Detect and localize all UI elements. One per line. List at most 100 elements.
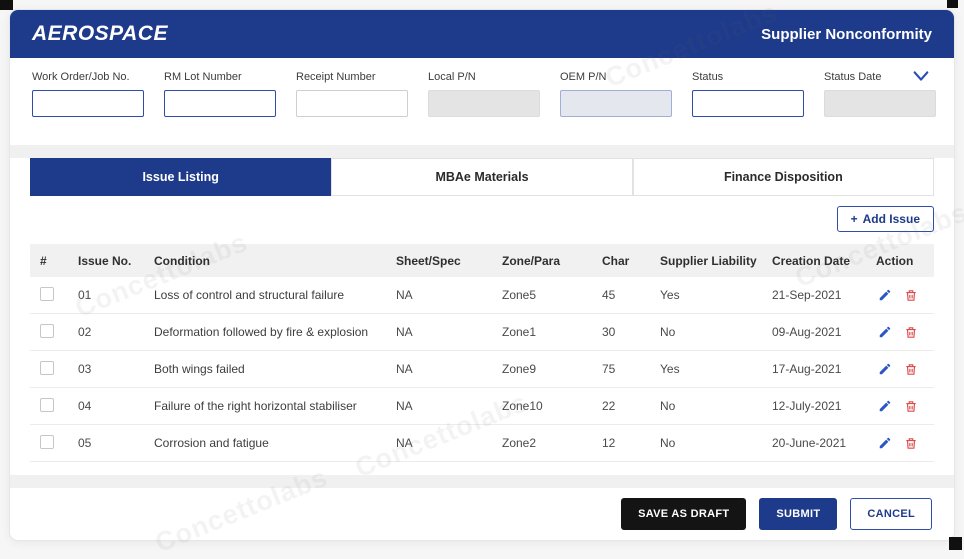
row-checkbox[interactable] xyxy=(40,287,54,301)
table-row: 05 Corrosion and fatigue NA Zone2 12 No … xyxy=(30,425,934,462)
add-issue-button[interactable]: + Add Issue xyxy=(837,206,934,232)
edit-button[interactable] xyxy=(878,399,892,413)
edit-button[interactable] xyxy=(878,288,892,302)
filter-field-rm-lot: RM Lot Number xyxy=(164,71,276,145)
cell-zone-para: Zone5 xyxy=(498,288,598,302)
plus-icon: + xyxy=(851,212,858,226)
cell-sheet-spec: NA xyxy=(392,362,498,376)
cancel-button[interactable]: CANCEL xyxy=(850,498,932,530)
cell-sheet-spec: NA xyxy=(392,288,498,302)
app-header: AEROSPACE Supplier Nonconformity xyxy=(10,10,954,58)
save-as-draft-button[interactable]: SAVE AS DRAFT xyxy=(621,498,746,530)
col-header-issue-no: Issue No. xyxy=(74,254,150,268)
filter-field-work-order: Work Order/Job No. xyxy=(32,71,144,145)
col-header-supplier-liability: Supplier Liability xyxy=(656,254,768,268)
cell-condition: Loss of control and structural failure xyxy=(150,288,392,302)
local-pn-input xyxy=(428,90,540,117)
filter-field-local-pn: Local P/N xyxy=(428,71,540,145)
section-divider xyxy=(10,145,954,158)
submit-button[interactable]: SUBMIT xyxy=(759,498,837,530)
filters-collapse-button[interactable] xyxy=(908,66,934,88)
screenshot-artifact xyxy=(947,0,958,8)
edit-button[interactable] xyxy=(878,325,892,339)
col-header-select: # xyxy=(30,254,74,268)
cell-issue-no: 01 xyxy=(74,288,150,302)
cell-condition: Both wings failed xyxy=(150,362,392,376)
status-input[interactable] xyxy=(692,90,804,117)
cell-char: 30 xyxy=(598,325,656,339)
issue-listing-panel: + Add Issue # Issue No. Condition Sheet/… xyxy=(10,196,954,475)
filter-field-status: Status xyxy=(692,71,804,145)
filter-field-oem-pn: OEM P/N xyxy=(560,71,672,145)
edit-button[interactable] xyxy=(878,362,892,376)
delete-button[interactable] xyxy=(904,325,918,340)
tab-issue-listing[interactable]: Issue Listing xyxy=(30,158,331,196)
pencil-icon xyxy=(878,401,892,416)
cell-issue-no: 05 xyxy=(74,436,150,450)
cell-creation-date: 09-Aug-2021 xyxy=(768,325,872,339)
app-logo: AEROSPACE xyxy=(32,22,168,46)
screenshot-artifact xyxy=(0,0,13,10)
cell-supplier-liability: No xyxy=(656,325,768,339)
cell-zone-para: Zone9 xyxy=(498,362,598,376)
pencil-icon xyxy=(878,327,892,342)
cell-condition: Corrosion and fatigue xyxy=(150,436,392,450)
cell-char: 22 xyxy=(598,399,656,413)
trash-icon xyxy=(904,328,918,343)
table-row: 04 Failure of the right horizontal stabi… xyxy=(30,388,934,425)
row-checkbox[interactable] xyxy=(40,324,54,338)
trash-icon xyxy=(904,291,918,306)
cell-issue-no: 02 xyxy=(74,325,150,339)
table-row: 01 Loss of control and structural failur… xyxy=(30,277,934,314)
row-checkbox[interactable] xyxy=(40,361,54,375)
work-order-input[interactable] xyxy=(32,90,144,117)
trash-icon xyxy=(904,402,918,417)
cell-zone-para: Zone2 xyxy=(498,436,598,450)
pencil-icon xyxy=(878,438,892,453)
delete-button[interactable] xyxy=(904,288,918,303)
cell-creation-date: 21-Sep-2021 xyxy=(768,288,872,302)
receipt-number-input[interactable] xyxy=(296,90,408,117)
filters-panel: Work Order/Job No. RM Lot Number Receipt… xyxy=(10,58,954,145)
cell-supplier-liability: No xyxy=(656,436,768,450)
cell-supplier-liability: No xyxy=(656,399,768,413)
cell-issue-no: 03 xyxy=(74,362,150,376)
rm-lot-input[interactable] xyxy=(164,90,276,117)
filter-field-receipt-number: Receipt Number xyxy=(296,71,408,145)
filter-label: Receipt Number xyxy=(296,71,408,83)
col-header-char: Char xyxy=(598,254,656,268)
cell-sheet-spec: NA xyxy=(392,325,498,339)
col-header-creation-date: Creation Date xyxy=(768,254,872,268)
cell-condition: Deformation followed by fire & explosion xyxy=(150,325,392,339)
cell-issue-no: 04 xyxy=(74,399,150,413)
cell-creation-date: 20-June-2021 xyxy=(768,436,872,450)
col-header-zone-para: Zone/Para xyxy=(498,254,598,268)
filter-label: RM Lot Number xyxy=(164,71,276,83)
row-checkbox[interactable] xyxy=(40,435,54,449)
status-date-input xyxy=(824,90,936,117)
row-checkbox[interactable] xyxy=(40,398,54,412)
trash-icon xyxy=(904,365,918,380)
delete-button[interactable] xyxy=(904,399,918,414)
edit-button[interactable] xyxy=(878,436,892,450)
cell-sheet-spec: NA xyxy=(392,436,498,450)
filter-label: Status xyxy=(692,71,804,83)
col-header-action: Action xyxy=(872,254,934,268)
app-window: Concettolabs Concettolabs Concettolabs C… xyxy=(0,0,964,550)
col-header-condition: Condition xyxy=(150,254,392,268)
delete-button[interactable] xyxy=(904,362,918,377)
section-divider xyxy=(10,475,954,488)
table-header-row: # Issue No. Condition Sheet/Spec Zone/Pa… xyxy=(30,244,934,277)
tab-finance-disposition[interactable]: Finance Disposition xyxy=(633,158,934,196)
cell-sheet-spec: NA xyxy=(392,399,498,413)
pencil-icon xyxy=(878,364,892,379)
cell-creation-date: 12-July-2021 xyxy=(768,399,872,413)
footer-actions: SAVE AS DRAFT SUBMIT CANCEL xyxy=(10,488,954,540)
cell-char: 45 xyxy=(598,288,656,302)
cell-zone-para: Zone10 xyxy=(498,399,598,413)
supplier-nonconformity-app: AEROSPACE Supplier Nonconformity Work Or… xyxy=(9,9,955,541)
delete-button[interactable] xyxy=(904,436,918,451)
tab-mbae-materials[interactable]: MBAe Materials xyxy=(331,158,632,196)
cell-zone-para: Zone1 xyxy=(498,325,598,339)
add-issue-label: Add Issue xyxy=(863,212,920,226)
